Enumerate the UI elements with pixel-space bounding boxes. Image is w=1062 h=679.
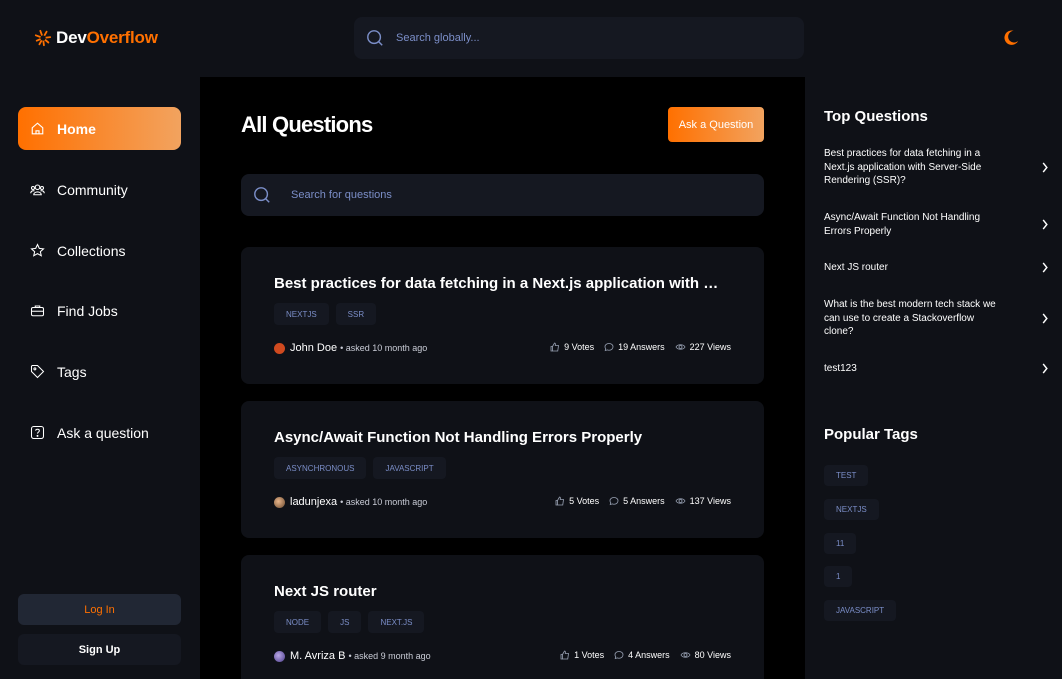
- question-tag[interactable]: NEXT.JS: [368, 611, 425, 633]
- views-count: 137 Views: [689, 496, 731, 506]
- question-title[interactable]: Next JS router: [274, 583, 724, 600]
- question-card[interactable]: Async/Await Function Not Handling Errors…: [241, 401, 764, 538]
- asked-time: • asked 10 month ago: [340, 497, 428, 507]
- chevron-right-icon: [1042, 363, 1048, 374]
- logo-text-dev: Dev: [56, 28, 87, 47]
- search-icon: [367, 30, 383, 46]
- global-search-input[interactable]: Search globally...: [354, 17, 804, 59]
- author-name[interactable]: John Doe: [290, 342, 337, 354]
- signup-button[interactable]: Sign Up: [18, 634, 181, 665]
- top-navbar: DevOverflow Search globally...: [0, 0, 1062, 77]
- thumbs-up-icon: [560, 650, 570, 660]
- avatar[interactable]: [274, 496, 285, 508]
- sidebar-item-label: Tags: [57, 363, 87, 380]
- popular-tag[interactable]: JAVASCRIPT: [824, 600, 897, 621]
- top-question-item[interactable]: test123: [824, 362, 1049, 376]
- question-tag[interactable]: NODE: [274, 611, 322, 633]
- chevron-right-icon: [1042, 162, 1048, 173]
- login-button[interactable]: Log In: [18, 594, 181, 625]
- chevron-right-icon: [1042, 262, 1048, 273]
- page-title: All Questions: [241, 112, 373, 137]
- question-tag[interactable]: JAVASCRIPT: [373, 457, 446, 479]
- popular-tag[interactable]: NEXTJS: [824, 499, 879, 520]
- ask-question-button[interactable]: Ask a Question: [668, 107, 764, 142]
- top-question-item[interactable]: Async/Await Function Not Handling Errors…: [824, 211, 1049, 238]
- logo-text-overflow: Overflow: [86, 28, 158, 47]
- views-count: 80 Views: [694, 650, 731, 660]
- avatar[interactable]: [274, 650, 285, 662]
- chevron-right-icon: [1042, 219, 1048, 230]
- users-icon: [30, 184, 45, 196]
- briefcase-icon: [30, 305, 45, 317]
- question-title[interactable]: Best practices for data fetching in a Ne…: [274, 275, 724, 292]
- answers-count: 4 Answers: [628, 650, 670, 660]
- top-question-text: Async/Await Function Not Handling Errors…: [824, 212, 981, 237]
- question-title[interactable]: Async/Await Function Not Handling Errors…: [274, 429, 724, 446]
- votes-count: 1 Votes: [574, 650, 605, 660]
- question-card[interactable]: Next JS router NODE JS NEXT.JS M. Avriza…: [241, 555, 764, 679]
- left-sidebar: Home Community Collections Find Jobs Tag…: [0, 77, 200, 679]
- views-count: 227 Views: [689, 342, 731, 352]
- sidebar-item-label: Find Jobs: [57, 302, 118, 319]
- chevron-right-icon: [1042, 313, 1048, 324]
- sidebar-item-collections[interactable]: Collections: [18, 229, 181, 272]
- sidebar-item-community[interactable]: Community: [18, 168, 181, 211]
- search-icon: [254, 187, 270, 203]
- sidebar-item-label: Community: [57, 181, 128, 198]
- top-question-item[interactable]: Next JS router: [824, 261, 1049, 275]
- main-content: All Questions Ask a Question Search for …: [200, 77, 805, 679]
- sidebar-item-label: Collections: [57, 242, 126, 259]
- popular-tag[interactable]: 1: [824, 566, 853, 587]
- top-question-text: test123: [824, 363, 857, 374]
- question-icon: [30, 425, 45, 440]
- home-icon: [31, 122, 44, 135]
- right-sidebar: Top Questions Best practices for data fe…: [805, 77, 1062, 679]
- author-name[interactable]: M. Avriza B: [290, 650, 345, 662]
- question-search-input[interactable]: Search for questions: [241, 174, 764, 216]
- asked-time: • asked 9 month ago: [348, 651, 431, 661]
- message-icon: [614, 651, 624, 660]
- top-question-text: Best practices for data fetching in a Ne…: [824, 148, 982, 186]
- popular-tag[interactable]: TEST: [824, 465, 869, 486]
- message-icon: [609, 497, 619, 506]
- moon-icon[interactable]: [1002, 29, 1020, 52]
- question-tag[interactable]: JS: [328, 611, 362, 633]
- answers-count: 19 Answers: [618, 342, 665, 352]
- eye-icon: [675, 498, 686, 504]
- sidebar-item-label: Home: [57, 120, 96, 137]
- thumbs-up-icon: [555, 496, 565, 506]
- thumbs-up-icon: [550, 342, 560, 352]
- question-tag[interactable]: SSR: [335, 303, 377, 325]
- author-name[interactable]: ladunjexa: [290, 496, 337, 508]
- question-tag[interactable]: NEXTJS: [274, 303, 329, 325]
- asked-time: • asked 10 month ago: [340, 343, 428, 353]
- sidebar-item-label: Ask a question: [57, 424, 149, 441]
- logo-icon: [34, 29, 52, 47]
- popular-tags-title: Popular Tags: [824, 426, 918, 443]
- answers-count: 5 Answers: [623, 496, 665, 506]
- question-card[interactable]: Best practices for data fetching in a Ne…: [241, 247, 764, 384]
- top-questions-title: Top Questions: [824, 108, 928, 125]
- avatar[interactable]: [274, 342, 285, 354]
- logo[interactable]: DevOverflow: [34, 28, 158, 48]
- star-icon: [30, 243, 45, 257]
- votes-count: 5 Votes: [569, 496, 600, 506]
- sidebar-item-find-jobs[interactable]: Find Jobs: [18, 289, 181, 332]
- global-search-placeholder: Search globally...: [396, 32, 480, 44]
- top-question-item[interactable]: Best practices for data fetching in a Ne…: [824, 147, 1049, 188]
- question-search-placeholder: Search for questions: [291, 189, 392, 201]
- votes-count: 9 Votes: [564, 342, 595, 352]
- message-icon: [604, 343, 614, 352]
- popular-tag[interactable]: 11: [824, 533, 857, 554]
- top-question-item[interactable]: What is the best modern tech stack we ca…: [824, 298, 1049, 339]
- top-question-text: Next JS router: [824, 262, 888, 273]
- tag-icon: [30, 364, 45, 379]
- sidebar-item-home[interactable]: Home: [18, 107, 181, 150]
- sidebar-item-ask-question[interactable]: Ask a question: [18, 411, 181, 454]
- top-question-text: What is the best modern tech stack we ca…: [824, 299, 996, 337]
- eye-icon: [675, 344, 686, 350]
- sidebar-item-tags[interactable]: Tags: [18, 350, 181, 393]
- question-tag[interactable]: ASYNCHRONOUS: [274, 457, 367, 479]
- eye-icon: [680, 652, 691, 658]
